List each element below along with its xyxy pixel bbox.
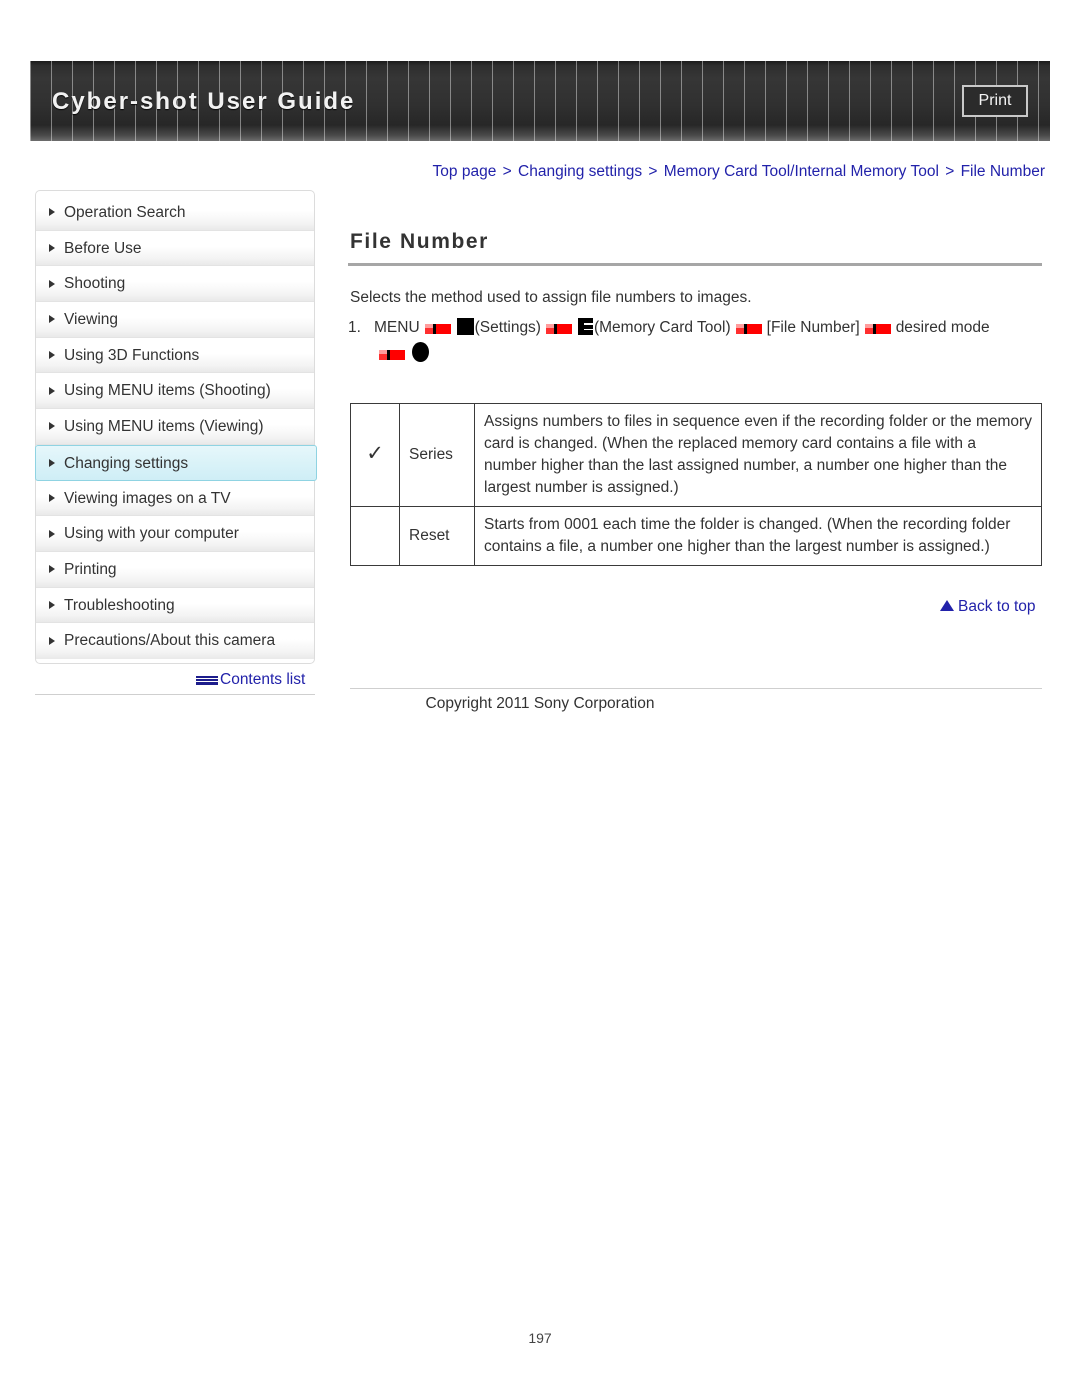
sidebar-item-label: Using MENU items (Shooting): [64, 382, 271, 400]
option-label-reset: Reset: [399, 506, 475, 566]
up-triangle-icon: [940, 600, 954, 611]
selected-check-cell: ✓: [350, 403, 400, 507]
step-line-2: [348, 342, 1048, 363]
triangle-right-icon: [49, 279, 55, 288]
triangle-right-icon: [49, 529, 55, 538]
sidebar-item-label: Precautions/About this camera: [64, 632, 276, 650]
sidebar-item-using-menu-items-shooting[interactable]: Using MENU items (Shooting): [36, 373, 314, 410]
option-description-reset: Starts from 0001 each time the folder is…: [474, 506, 1042, 566]
sidebar-item-using-menu-items-viewing[interactable]: Using MENU items (Viewing): [36, 409, 314, 445]
sidebar-item-using-3d-functions[interactable]: Using 3D Functions: [36, 337, 314, 374]
triangle-right-icon: [49, 315, 55, 324]
check-icon: ✓: [366, 442, 384, 465]
breadcrumb-item-changing-settings[interactable]: Changing settings: [518, 163, 642, 180]
sidebar-item-label: Shooting: [64, 275, 126, 293]
triangle-right-icon: [49, 565, 55, 574]
table-row: Reset Starts from 0001 each time the fol…: [350, 506, 1042, 566]
triangle-right-icon: [49, 244, 55, 253]
sidebar-item-label: Viewing images on a TV: [64, 489, 231, 507]
sidebar-item-shooting[interactable]: Shooting: [36, 266, 314, 303]
sidebar-item-label: Using MENU items (Viewing): [64, 418, 264, 436]
sidebar-navigation: Operation Search Before Use Shooting Vie…: [35, 190, 317, 664]
header-banner: Cyber-shot User Guide Print: [30, 61, 1050, 141]
sidebar-item-precautions-about-this-camera[interactable]: Precautions/About this camera: [36, 623, 314, 659]
sidebar-item-viewing-images-on-a-tv[interactable]: Viewing images on a TV: [36, 480, 314, 517]
app-title: Cyber-shot User Guide: [52, 88, 356, 115]
page-number: 197: [528, 1330, 552, 1346]
selected-check-cell: [350, 506, 400, 566]
red-arrow-icon: [379, 350, 405, 360]
table-row: ✓ Series Assigns numbers to files in seq…: [350, 403, 1042, 507]
menu-label: MENU: [374, 319, 420, 336]
option-description-series: Assigns numbers to files in sequence eve…: [474, 403, 1042, 507]
option-label-series: Series: [399, 403, 475, 507]
settings-square-icon: [456, 318, 474, 335]
sidebar-item-label: Printing: [64, 560, 117, 578]
breadcrumb-item-top-page[interactable]: Top page: [433, 163, 497, 180]
sidebar-item-label: Using 3D Functions: [64, 346, 200, 364]
memory-card-tool-label: (Memory Card Tool): [593, 319, 731, 336]
breadcrumb-item-memory-card-tool[interactable]: Memory Card Tool/Internal Memory Tool: [664, 163, 939, 180]
intro-paragraph: Selects the method used to assign file n…: [350, 289, 752, 306]
breadcrumb-separator: >: [648, 163, 658, 180]
options-table: ✓ Series Assigns numbers to files in seq…: [350, 403, 1042, 566]
breadcrumb-item-file-number[interactable]: File Number: [961, 163, 1045, 180]
step-number: 1.: [348, 319, 361, 336]
red-arrow-icon: [864, 324, 891, 334]
page-title: File Number: [350, 230, 489, 253]
sidebar-item-label: Troubleshooting: [64, 596, 175, 614]
back-to-top-label: Back to top: [958, 598, 1036, 615]
sidebar-item-using-with-your-computer[interactable]: Using with your computer: [36, 516, 314, 552]
title-divider: [348, 263, 1042, 266]
sidebar-item-printing[interactable]: Printing: [36, 551, 314, 588]
red-arrow-icon: [545, 324, 572, 334]
triangle-right-icon: [49, 493, 55, 502]
sidebar-item-label: Viewing: [64, 311, 119, 329]
triangle-right-icon: [49, 208, 55, 217]
print-button[interactable]: Print: [962, 85, 1028, 117]
step-line-1: 1. MENU (Settings) (Memory Card Tool) [File …: [348, 318, 1048, 337]
sidebar-item-label: Using with your computer: [64, 525, 239, 543]
footer-divider: [350, 688, 1042, 689]
red-arrow-icon: [424, 324, 451, 334]
sidebar-item-label: Operation Search: [64, 204, 186, 221]
copyright-text: Copyright 2011 Sony Corporation: [425, 695, 655, 712]
sidebar-item-viewing[interactable]: Viewing: [36, 302, 314, 338]
desired-mode-label: desired mode: [895, 319, 990, 336]
contents-list-link[interactable]: Contents list: [196, 671, 305, 689]
breadcrumb-separator: >: [502, 163, 512, 180]
triangle-right-icon: [49, 600, 55, 609]
red-arrow-icon: [735, 324, 762, 334]
triangle-right-icon: [49, 351, 55, 360]
contents-list-label: Contents list: [220, 671, 306, 688]
triangle-right-icon: [49, 458, 55, 467]
settings-label: (Settings): [474, 319, 541, 336]
breadcrumb: Top page > Changing settings > Memory Ca…: [345, 163, 1045, 181]
back-to-top-link[interactable]: Back to top: [940, 598, 1036, 616]
sidebar-item-changing-settings[interactable]: Changing settings: [35, 444, 317, 481]
triangle-right-icon: [49, 637, 55, 646]
file-number-label: [File Number]: [766, 319, 860, 336]
sidebar-item-operation-search[interactable]: Operation Search: [36, 195, 314, 231]
contents-list-icon: [196, 676, 218, 685]
sidebar-item-label: Before Use: [64, 239, 142, 257]
sidebar-divider: [35, 694, 315, 695]
memory-card-tool-icon: [577, 318, 593, 335]
triangle-right-icon: [49, 422, 55, 431]
sidebar-item-troubleshooting[interactable]: Troubleshooting: [36, 587, 314, 624]
sidebar-item-label: Changing settings: [64, 454, 189, 472]
step-instructions: 1. MENU (Settings) (Memory Card Tool) [File …: [348, 318, 1048, 363]
sidebar-item-before-use[interactable]: Before Use: [36, 230, 314, 267]
breadcrumb-separator: >: [945, 163, 955, 180]
center-button-dot-icon: [412, 342, 429, 362]
triangle-right-icon: [49, 386, 55, 395]
